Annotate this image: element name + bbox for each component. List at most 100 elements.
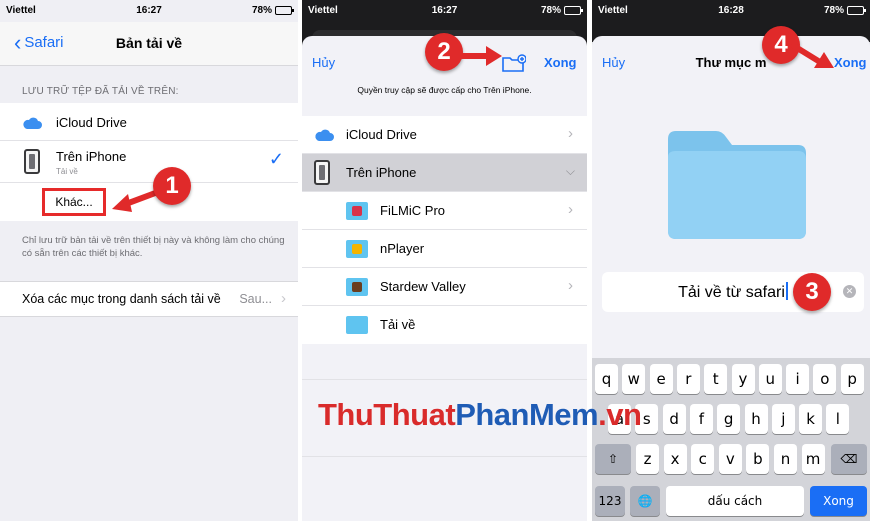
chevron-right-icon: › — [568, 125, 573, 142]
key-r[interactable]: r — [676, 364, 700, 394]
key-k[interactable]: k — [799, 404, 823, 434]
cloud-icon — [315, 129, 334, 141]
key-n[interactable]: n — [774, 444, 797, 474]
cancel-button[interactable]: Hủy — [312, 55, 335, 70]
space-key[interactable]: dấu cách — [666, 486, 804, 516]
chevron-right-icon: › — [568, 201, 573, 218]
backspace-key[interactable]: ⌫ — [831, 444, 867, 474]
key-v[interactable]: v — [718, 444, 742, 474]
option-label: Trên iPhone — [56, 149, 127, 164]
key-m[interactable]: m — [801, 444, 825, 474]
folder-name-value: Tải về từ safari — [678, 284, 785, 301]
divider — [302, 379, 587, 380]
done-button[interactable]: Xong — [544, 55, 577, 70]
clear-downloads-label: Xóa các mục trong danh sách tải về — [22, 292, 221, 306]
iphone-icon — [314, 160, 330, 185]
key-b[interactable]: b — [746, 444, 770, 474]
key-d[interactable]: d — [662, 404, 686, 434]
battery-percent: 78% — [540, 5, 561, 16]
option-sublabel: Tải về — [56, 167, 78, 176]
step-badge-2: 2 — [425, 33, 463, 71]
keyboard-row-1: qwertyuiop — [592, 364, 870, 394]
key-i[interactable]: i — [786, 364, 810, 394]
key-h[interactable]: h — [744, 404, 768, 434]
chevron-right-icon: › — [568, 277, 573, 294]
new-folder-screen: Viettel 16:28 78% Hủy Thư mục m Xong Tải… — [592, 0, 870, 521]
key-q[interactable]: q — [595, 364, 618, 394]
folder-label: Stardew Valley — [380, 279, 466, 294]
watermark-part-3: .vn — [598, 397, 642, 432]
new-folder-icon[interactable] — [502, 54, 526, 72]
battery-icon — [847, 6, 866, 15]
step-badge-1: 1 — [153, 167, 191, 205]
key-o[interactable]: o — [813, 364, 837, 394]
status-bar: Viettel 16:27 78% — [0, 0, 298, 22]
location-list: iCloud Drive › Trên iPhone ⌵ FiLMiC Pro … — [302, 116, 587, 344]
numbers-key[interactable]: 123 — [595, 486, 625, 516]
battery-icon — [275, 6, 294, 15]
key-e[interactable]: e — [649, 364, 673, 394]
battery-percent: 78% — [251, 5, 272, 16]
access-note: Quyền truy cập sẽ được cấp cho Trên iPho… — [357, 85, 532, 95]
list-item-icloud-drive[interactable]: iCloud Drive › — [302, 116, 587, 154]
done-button[interactable]: Xong — [834, 55, 867, 70]
clear-downloads-row[interactable]: Xóa các mục trong danh sách tải về Sau..… — [0, 281, 298, 317]
battery-icon — [564, 6, 583, 15]
watermark-part-2: PhanMem — [455, 397, 599, 432]
chevron-right-icon: › — [281, 290, 286, 307]
done-key[interactable]: Xong — [810, 486, 867, 516]
cloud-icon — [23, 117, 42, 129]
key-x[interactable]: x — [663, 444, 687, 474]
status-bar: Viettel 16:28 78% — [592, 0, 870, 22]
keyboard: qwertyuiop asdfghjkl ⇧ ⌫ zxcvbnm 123 🌐 d… — [592, 358, 870, 521]
option-icloud-drive[interactable]: iCloud Drive — [0, 103, 298, 141]
chevron-down-icon: ⌵ — [565, 164, 575, 178]
globe-key[interactable]: 🌐 — [630, 486, 660, 516]
filmic-icon — [346, 202, 368, 220]
navigation-bar: ‹ Safari Bản tải về — [0, 22, 298, 66]
checkmark-icon: ✓ — [268, 149, 284, 169]
key-u[interactable]: u — [758, 364, 782, 394]
key-g[interactable]: g — [717, 404, 741, 434]
folder-icon — [668, 131, 806, 239]
stardew-icon — [346, 278, 368, 296]
section-header: LƯU TRỮ TỆP ĐÃ TẢI VỀ TRÊN: — [22, 86, 179, 97]
iphone-icon — [24, 149, 40, 174]
storage-footnote: Chỉ lưu trữ bản tải về trên thiết bị này… — [22, 235, 285, 259]
option-on-iphone[interactable]: Trên iPhone Tải về ✓ — [0, 141, 298, 183]
key-f[interactable]: f — [689, 404, 713, 434]
list-item-on-iphone[interactable]: Trên iPhone ⌵ — [302, 154, 587, 192]
other-button[interactable]: Khác... — [42, 188, 106, 216]
page-title: Bản tải về — [115, 35, 183, 51]
key-w[interactable]: w — [622, 364, 646, 394]
option-label: iCloud Drive — [56, 115, 127, 130]
clear-downloads-value: Sau... — [239, 292, 272, 306]
folder-label: Tải về — [380, 317, 416, 332]
nplayer-icon — [346, 240, 368, 258]
key-j[interactable]: j — [771, 404, 795, 434]
status-bar: Viettel 16:27 78% — [302, 0, 587, 22]
battery-indicator: 78% — [251, 5, 294, 16]
list-item-label: iCloud Drive — [346, 127, 417, 142]
folder-label: FiLMiC Pro — [380, 203, 446, 218]
key-l[interactable]: l — [826, 404, 850, 434]
clear-text-icon[interactable]: ✕ — [843, 285, 856, 298]
step-4-arrow-icon — [791, 43, 834, 68]
key-z[interactable]: z — [636, 444, 659, 474]
download-folder-icon — [346, 316, 368, 334]
battery-percent: 78% — [823, 5, 844, 16]
folder-picker-screen: Viettel 16:27 78% Hủy Xong Quyền truy cậ… — [302, 0, 587, 521]
key-c[interactable]: c — [691, 444, 715, 474]
folder-filmic-pro[interactable]: FiLMiC Pro › — [302, 192, 587, 230]
battery-indicator: 78% — [540, 5, 583, 16]
folder-downloads[interactable]: Tải về — [302, 306, 587, 344]
key-t[interactable]: t — [704, 364, 728, 394]
battery-indicator: 78% — [823, 5, 866, 16]
picker-sheet: Hủy Xong Quyền truy cập sẽ được cấp cho … — [302, 36, 587, 521]
keyboard-row-3: ⇧ ⌫ zxcvbnm — [592, 444, 870, 474]
shift-key[interactable]: ⇧ — [595, 444, 631, 474]
folder-nplayer[interactable]: nPlayer — [302, 230, 587, 268]
key-p[interactable]: p — [840, 364, 864, 394]
folder-stardew-valley[interactable]: Stardew Valley › — [302, 268, 587, 306]
key-y[interactable]: y — [731, 364, 755, 394]
